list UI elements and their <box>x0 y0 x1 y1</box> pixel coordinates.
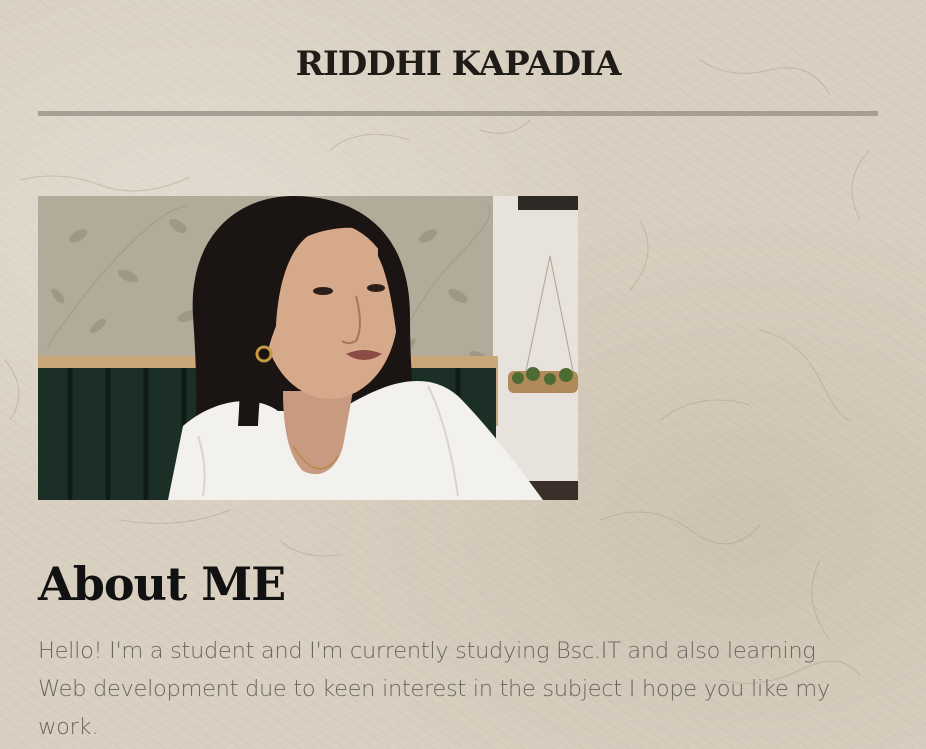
about-paragraph: Hello! I'm a student and I'm currently s… <box>38 638 830 740</box>
about-heading: About ME <box>38 557 286 611</box>
site-title: RIDDHI KAPADIA <box>295 44 622 84</box>
title-divider <box>38 111 878 116</box>
portrait-photo-icon <box>38 196 578 500</box>
profile-photo <box>38 196 578 500</box>
